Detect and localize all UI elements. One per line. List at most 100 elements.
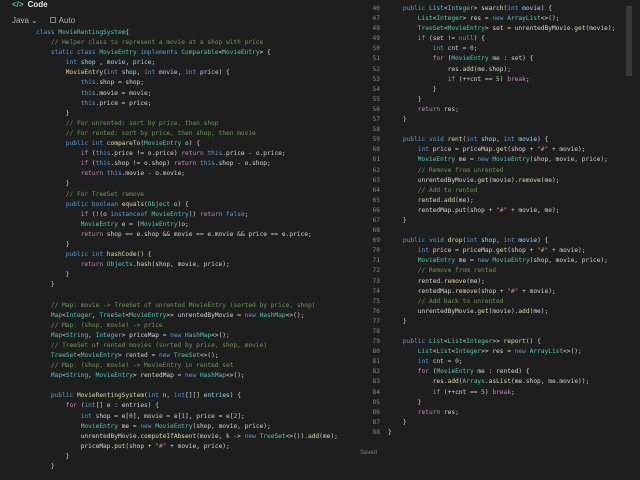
code-token: remove — [455, 287, 478, 295]
code-line: MovieEntry(int shop, int movie, int pric… — [10, 68, 360, 78]
code-token: ; — [510, 388, 515, 396]
code-token: price — [199, 69, 219, 77]
code-line: 52 res.add(me.shop); — [362, 65, 640, 75]
line-number: 46 — [372, 5, 380, 12]
code-token: } — [36, 271, 70, 279]
line-number — [10, 280, 28, 290]
code-token: me = — [458, 156, 478, 164]
code-line: MovieEntry me = new MovieEntry(shop, mov… — [10, 422, 360, 432]
code-token: MovieRentingSystem — [76, 392, 145, 400]
code-line: // TreeSet of rented movies (sorted by p… — [10, 341, 360, 351]
line-number — [10, 442, 28, 452]
line-number: 57 — [372, 116, 380, 124]
line-text: MovieEntry me = new MovieEntry(shop, mov… — [388, 155, 608, 165]
code-line: 64 // Add to rented — [362, 186, 640, 196]
code-token: this — [36, 99, 96, 107]
line-number: 61 — [372, 156, 380, 164]
code-token: movie — [522, 5, 541, 12]
line-text: if (++cnt == 5) break; — [388, 388, 515, 398]
code-token: } — [388, 85, 437, 93]
code-token: movie — [158, 69, 178, 77]
code-token: > rentedMap = — [132, 372, 186, 380]
code-token: } — [388, 317, 407, 325]
code-token: return — [199, 210, 227, 218]
code-token: } — [388, 428, 392, 436]
code-line: 63 unrentedByMovie.get(movie).remove(me)… — [362, 176, 640, 186]
auto-toggle[interactable]: Auto — [49, 16, 75, 25]
code-token: add — [518, 307, 530, 315]
code-token: .price - o.price; — [222, 150, 286, 158]
code-token: // TreeSet of rented movies (sorted by p… — [36, 341, 267, 349]
code-token: (shop, movie, price); — [529, 156, 608, 164]
saved-status: Saved — [360, 450, 378, 456]
code-token: return — [388, 105, 444, 113]
code-token: ; — [244, 210, 249, 218]
code-token: MovieEntry — [140, 220, 178, 228]
line-text: // For rented: sort by price, then shop,… — [36, 129, 256, 139]
code-line: } — [10, 109, 360, 119]
code-line: 85 } — [362, 398, 640, 408]
line-text: int price = priceMap.get(shop + "#" + mo… — [388, 246, 586, 256]
line-number — [10, 109, 28, 119]
line-text: priceMap.put(shop + "#" + movie, price); — [36, 442, 230, 452]
code-token: this — [95, 150, 111, 158]
code-token: int — [388, 247, 433, 255]
code-token: int — [388, 45, 448, 53]
code-token: + movie); — [548, 247, 586, 255]
code-token: <>(); — [199, 352, 219, 359]
code-line: 55 } — [362, 95, 640, 105]
code-token: ArrayList — [529, 348, 564, 356]
code-line: class MovieRentingSystem{ — [10, 28, 360, 38]
line-text: Map<Integer, TreeSet<MovieEntry>> unrent… — [36, 311, 304, 321]
code-line: 73 rented.remove(me); — [362, 277, 640, 287]
code-token: (++cnt == — [443, 388, 482, 396]
code-token: int — [503, 136, 519, 144]
code-line: return Objects.hash(shop, movie, price); — [10, 260, 360, 270]
line-number — [10, 270, 28, 280]
code-token: // Add back to unrented — [388, 297, 504, 305]
code-line: 88} — [362, 428, 640, 438]
scrollbar-thumb[interactable] — [626, 6, 632, 76]
code-token: ; — [458, 358, 463, 366]
code-token: } — [36, 281, 55, 289]
code-line: 80 List<List<Integer>> res = new ArrayLi… — [362, 347, 640, 357]
code-token: int — [36, 412, 96, 420]
line-text: int cnt = 0; — [388, 357, 463, 367]
code-token: hash — [136, 261, 152, 269]
line-number — [10, 58, 28, 68]
code-token: (me); — [319, 432, 338, 440]
code-line: unrentedByMovie.computeIfAbsent(movie, k… — [10, 432, 360, 442]
code-pane-left[interactable]: class MovieRentingSystem{ // Helper clas… — [10, 28, 360, 472]
line-text: Map<String, MovieEntry> rentedMap = new … — [36, 371, 245, 381]
code-token: compareTo — [106, 140, 141, 148]
code-token: // Map: movie -> TreeSet of unrented Mov… — [36, 301, 316, 309]
language-select[interactable]: Java ⌄ — [12, 16, 38, 25]
code-token: shop == e.shop && movie == e.movie && pr… — [106, 230, 312, 238]
code-token: if — [36, 210, 92, 218]
code-token: this — [106, 170, 122, 178]
line-number — [10, 432, 28, 442]
line-number — [10, 391, 28, 401]
code-token: Comparable — [181, 49, 219, 57]
code-token: HashMap — [185, 331, 212, 339]
code-line: 72 // Remove from rented — [362, 266, 640, 276]
line-number — [10, 260, 28, 270]
code-line: // For unrented: sort by price, then sho… — [10, 119, 360, 129]
code-line: 65 rented.add(me); — [362, 196, 640, 206]
code-token: instanceof — [110, 210, 152, 218]
line-number: 54 — [372, 85, 380, 93]
code-token: MovieEntry — [151, 210, 189, 218]
line-number — [10, 28, 28, 38]
code-token: MovieEntry — [95, 372, 133, 380]
code-token: (shop, movie, price); — [529, 257, 608, 265]
line-number: 65 — [372, 196, 380, 204]
code-pane-right[interactable]: 46 public List<Integer> search(int movie… — [362, 4, 640, 438]
line-text: // For unrented: sort by price, then sho… — [36, 119, 219, 129]
line-number — [10, 240, 28, 250]
code-line: Map<String, Integer> priceMap = new Hash… — [10, 331, 360, 341]
line-number: 71 — [372, 257, 380, 265]
auto-checkbox-icon — [49, 17, 56, 23]
code-token: add — [462, 65, 474, 73]
code-line: 58 — [362, 125, 640, 135]
code-token: int — [503, 237, 519, 245]
